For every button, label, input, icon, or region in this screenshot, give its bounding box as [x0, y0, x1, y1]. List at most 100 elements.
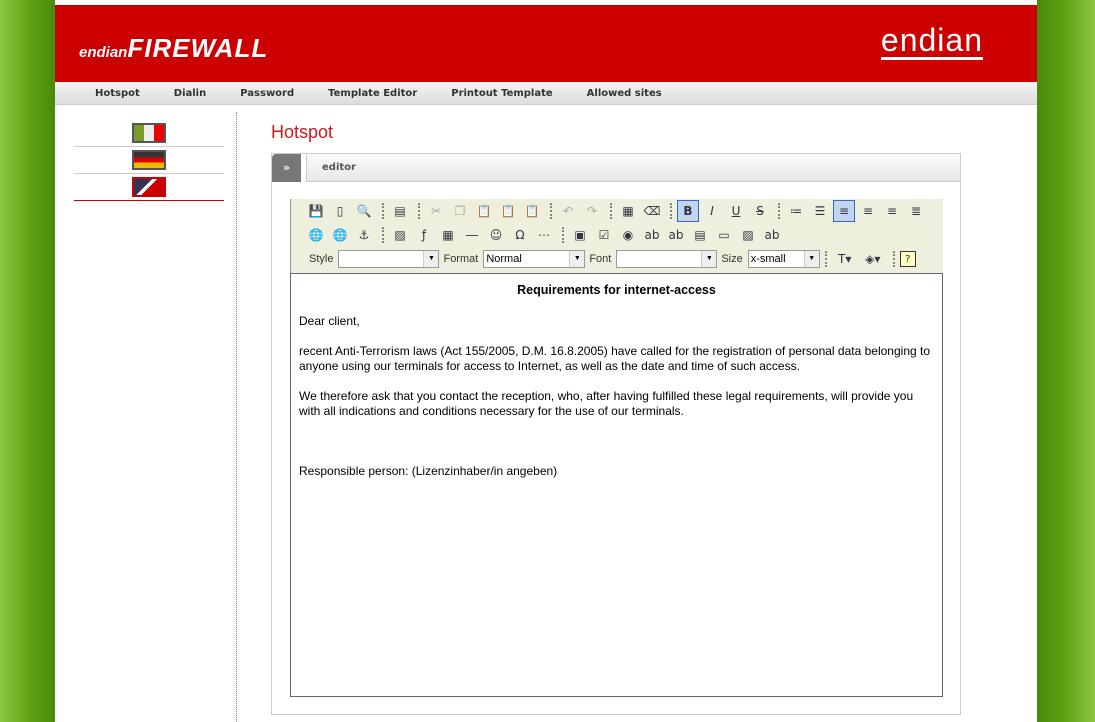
editor-footer: Responsible person: (Lizenzinhaber/in an… — [299, 464, 558, 478]
english-flag-icon — [132, 177, 166, 197]
font-value — [617, 251, 701, 267]
paste-text-icon[interactable]: 📋 — [497, 200, 519, 222]
toolbar-separator — [778, 203, 780, 219]
chevron-down-icon: ▼ — [803, 251, 819, 267]
form-icon[interactable]: ▣ — [569, 224, 591, 246]
style-select[interactable]: ▼ — [338, 250, 440, 268]
nav-hotspot[interactable]: Hotspot — [95, 82, 140, 104]
chevron-down-icon: ▼ — [701, 251, 717, 267]
align-left-icon[interactable]: ≡ — [833, 200, 855, 222]
logo-text-small: endian — [79, 44, 128, 61]
ordered-list-icon[interactable]: ≔ — [785, 200, 807, 222]
nav-dialin[interactable]: Dialin — [174, 82, 206, 104]
nav-allowed-sites[interactable]: Allowed sites — [587, 82, 662, 104]
chevron-down-icon: ▼ — [423, 251, 439, 267]
nav-printout-template[interactable]: Printout Template — [451, 82, 552, 104]
editor-paragraph: recent Anti-Terrorism laws (Act 155/2005… — [299, 344, 931, 373]
divider — [236, 112, 237, 722]
format-label: Format — [443, 253, 479, 265]
strikethrough-icon[interactable]: S̶ — [749, 200, 771, 222]
toolbar-separator — [610, 203, 612, 219]
rich-text-editor-area[interactable]: Requirements for internet-access Dear cl… — [290, 273, 943, 697]
preview-icon[interactable]: 🔍 — [353, 200, 375, 222]
collapse-toggle-button[interactable]: » — [272, 154, 301, 182]
help-icon[interactable]: ? — [899, 251, 916, 267]
special-char-icon[interactable]: Ω — [509, 224, 531, 246]
paste-word-icon[interactable]: 📋 — [521, 200, 543, 222]
underline-icon[interactable]: U — [725, 200, 747, 222]
nav-password[interactable]: Password — [240, 82, 294, 104]
main-nav: Hotspot Dialin Password Template Editor … — [55, 82, 1037, 105]
endian-brand-logo: endian — [880, 22, 983, 60]
logo-text-big: FIREWALL — [127, 33, 269, 63]
copy-icon[interactable]: ❐ — [449, 200, 471, 222]
align-center-icon[interactable]: ≡ — [857, 200, 879, 222]
align-right-icon[interactable]: ≡ — [881, 200, 903, 222]
table-icon[interactable]: ▦ — [437, 224, 459, 246]
image-button-icon[interactable]: ▨ — [737, 224, 759, 246]
radio-icon[interactable]: ◉ — [617, 224, 639, 246]
unordered-list-icon[interactable]: ☰ — [809, 200, 831, 222]
editor-heading: Requirements for internet-access — [517, 283, 716, 297]
font-select[interactable]: ▼ — [616, 250, 718, 268]
horizontal-rule-icon[interactable]: ― — [461, 224, 483, 246]
background-color-icon[interactable]: ◈▾ — [860, 248, 886, 270]
cut-icon[interactable]: ✂ — [425, 200, 447, 222]
text-color-icon[interactable]: T▾ — [832, 248, 858, 270]
toolbar-separator — [382, 227, 384, 243]
undo-icon[interactable]: ↶ — [557, 200, 579, 222]
button-icon[interactable]: ▭ — [713, 224, 735, 246]
select-all-icon[interactable]: ▦ — [617, 200, 639, 222]
italic-icon[interactable]: I — [701, 200, 723, 222]
flash-icon[interactable]: ƒ — [413, 224, 435, 246]
hidden-field-icon[interactable]: ab — [761, 224, 783, 246]
editor-paragraph: We therefore ask that you contact the re… — [299, 389, 914, 418]
paste-icon[interactable]: 📋 — [473, 200, 495, 222]
endian-firewall-logo: endianFIREWALL — [79, 33, 268, 64]
redo-icon[interactable]: ↷ — [581, 200, 603, 222]
save-icon[interactable]: 💾 — [305, 200, 327, 222]
page-title: Hotspot — [271, 122, 334, 142]
justify-icon[interactable]: ≣ — [905, 200, 927, 222]
style-value — [339, 251, 423, 267]
font-label: Font — [589, 253, 612, 265]
toolbar-separator — [382, 203, 384, 219]
size-select[interactable]: x-small ▼ — [747, 250, 820, 268]
german-flag-icon — [132, 150, 166, 170]
image-icon[interactable]: ▨ — [389, 224, 411, 246]
toolbar-separator — [670, 203, 672, 219]
text-field-icon[interactable]: ab — [641, 224, 663, 246]
remove-format-icon[interactable]: ⌫ — [641, 200, 663, 222]
smiley-icon[interactable]: ☺ — [485, 224, 507, 246]
textarea-icon[interactable]: ab — [665, 224, 687, 246]
italian-flag-icon — [132, 123, 166, 143]
new-document-icon[interactable]: ▯ — [329, 200, 351, 222]
page: endianFIREWALL endian Hotspot Dialin Pas… — [55, 0, 1037, 722]
unlink-icon[interactable]: 🌐 — [329, 224, 351, 246]
toolbar-separator — [562, 227, 564, 243]
chevron-down-icon: ▼ — [569, 251, 585, 267]
select-field-icon[interactable]: ▤ — [689, 224, 711, 246]
template-icon[interactable]: ▤ — [389, 200, 411, 222]
checkbox-icon[interactable]: ☑ — [593, 224, 615, 246]
format-value: Normal — [486, 253, 522, 265]
toolbar-separator — [550, 203, 552, 219]
style-label: Style — [309, 253, 334, 265]
language-english[interactable] — [74, 174, 224, 201]
panel-tab-editor[interactable]: editor — [306, 154, 960, 182]
size-value: x-small — [750, 253, 786, 265]
language-german[interactable] — [74, 147, 224, 174]
bold-icon[interactable]: B — [677, 200, 699, 222]
format-select[interactable]: Normal ▼ — [483, 250, 586, 268]
link-icon[interactable]: 🌐 — [305, 224, 327, 246]
nav-template-editor[interactable]: Template Editor — [328, 82, 417, 104]
toolbar-separator — [418, 203, 420, 219]
anchor-icon[interactable]: ⚓ — [353, 224, 375, 246]
language-italian[interactable] — [74, 120, 224, 147]
page-break-icon[interactable]: ⋯ — [533, 224, 555, 246]
language-sidebar — [74, 120, 224, 201]
header: endianFIREWALL endian — [55, 5, 1037, 82]
size-label: Size — [721, 253, 743, 265]
editor-toolbar: 💾 ▯ 🔍 ▤ ✂ ❐ 📋 📋 📋 ↶ ↷ ▦ ⌫ B I U S̶ ≔ ☰ ≡ ≡ ≡ ≣ 🌐 🌐 ⚓ ▨ ƒ ▦ ― ☺ Ω ⋯ ▣ ☑ ◉ ab… — [290, 199, 943, 273]
editor-paragraph: Dear client, — [299, 314, 360, 328]
